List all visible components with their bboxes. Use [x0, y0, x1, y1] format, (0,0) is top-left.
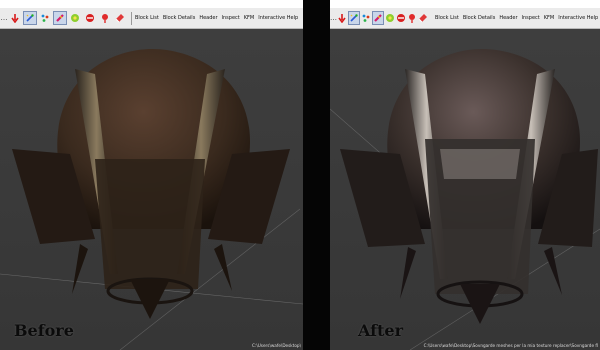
helmet-mesh-render: [0, 49, 303, 350]
toolbar: … Block List Block Details Header Inspec…: [330, 8, 600, 29]
caption-after: After: [358, 321, 404, 340]
viewer-panel-before: … Block List Block Details Header Inspec…: [0, 0, 303, 350]
pin-icon[interactable]: [98, 11, 112, 25]
sphere-icon[interactable]: [83, 11, 97, 25]
toolbar-overflow-icon[interactable]: …: [330, 14, 337, 22]
eraser-icon[interactable]: [113, 11, 127, 25]
eraser-icon[interactable]: [418, 11, 428, 25]
select-icon[interactable]: [361, 11, 371, 25]
no-textures-icon[interactable]: [68, 11, 82, 25]
nodes-icon[interactable]: [53, 11, 67, 25]
viewer-panel-after: … Block List Block Details Header Inspec…: [330, 0, 600, 350]
menu-header[interactable]: Header: [199, 15, 217, 21]
magic-wand-icon[interactable]: [348, 11, 360, 25]
menu-block-list[interactable]: Block List: [135, 15, 159, 21]
pin-icon[interactable]: [407, 11, 417, 25]
caption-before: Before: [14, 321, 74, 340]
no-textures-icon[interactable]: [385, 11, 395, 25]
arrow-down-icon[interactable]: [8, 11, 22, 25]
toolbar: … Block List Block Details Header Inspec…: [0, 8, 303, 29]
toolbar-overflow-icon[interactable]: …: [0, 14, 8, 22]
toolbar-separator: [131, 11, 132, 25]
menu-kfm[interactable]: KFM: [244, 15, 254, 21]
3d-viewport[interactable]: [330, 29, 600, 350]
menu-block-details[interactable]: Block Details: [163, 15, 195, 21]
nodes-icon[interactable]: [372, 11, 384, 25]
sphere-icon[interactable]: [396, 11, 406, 25]
status-file-path: C:\Users\wafe\Desktop\Sovngarde meshes p…: [423, 343, 598, 348]
title-strip: [330, 0, 600, 8]
menu-block-details[interactable]: Block Details: [463, 15, 495, 21]
arrow-down-icon[interactable]: [337, 11, 347, 25]
menu-interactive-help[interactable]: Interactive Help: [258, 15, 298, 21]
select-icon[interactable]: [38, 11, 52, 25]
helmet-mesh-render: [330, 49, 600, 350]
3d-viewport[interactable]: [0, 29, 303, 350]
status-file-path: C:\Users\wafe\Desktop\: [251, 343, 301, 348]
magic-wand-icon[interactable]: [23, 11, 37, 25]
title-strip: [0, 0, 303, 8]
menu-kfm[interactable]: KFM: [544, 15, 554, 21]
menu-inspect[interactable]: Inspect: [222, 15, 240, 21]
menu-inspect[interactable]: Inspect: [522, 15, 540, 21]
menu-block-list[interactable]: Block List: [435, 15, 459, 21]
menu-header[interactable]: Header: [499, 15, 517, 21]
menu-interactive-help[interactable]: Interactive Help: [558, 15, 598, 21]
